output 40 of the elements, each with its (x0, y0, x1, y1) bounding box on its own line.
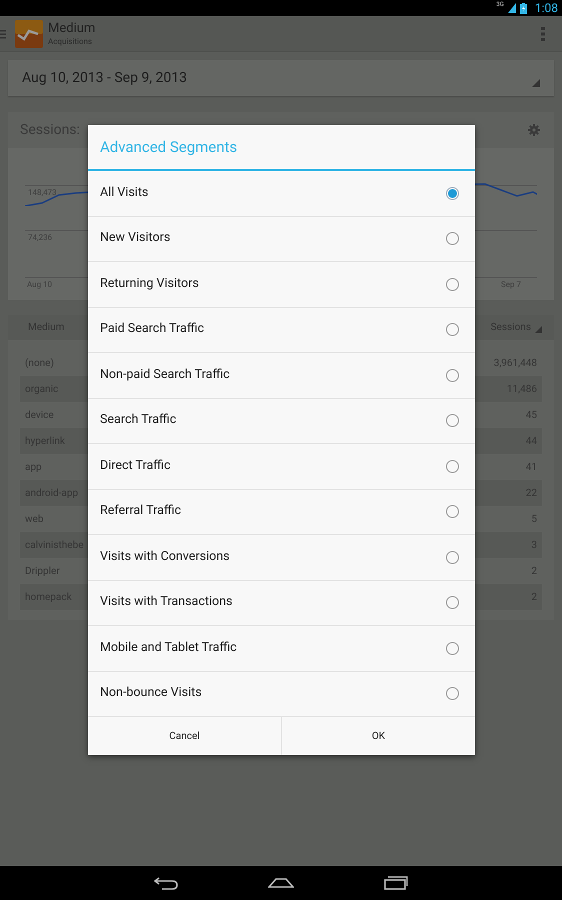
sort-indicator-icon (535, 326, 542, 332)
segment-option[interactable]: New Visitors (88, 216, 475, 262)
settings-icon[interactable] (528, 124, 540, 136)
segment-option[interactable]: Direct Traffic (88, 444, 475, 490)
segment-option[interactable]: All Visits (88, 171, 475, 216)
radio-button[interactable] (446, 642, 459, 655)
segment-option[interactable]: Non-paid Search Traffic (88, 353, 475, 398)
recent-apps-icon[interactable] (384, 876, 408, 890)
radio-button[interactable] (446, 596, 459, 610)
dialog-button[interactable]: OK (281, 717, 475, 755)
overflow-menu-icon[interactable] (541, 26, 545, 40)
radio-button[interactable] (446, 687, 459, 700)
segment-option[interactable]: Paid Search Traffic (88, 308, 475, 353)
segment-option[interactable]: Visits with Transactions (88, 580, 475, 626)
clock-time: 1:08 (534, 2, 558, 14)
menu-icon[interactable] (0, 28, 6, 38)
dialog-title: Advanced Segments (100, 136, 238, 158)
date-range-text: Aug 10, 2013 - Sep 9, 2013 (22, 68, 187, 88)
segment-option[interactable]: Mobile and Tablet Traffic (88, 626, 475, 672)
app-logo-icon[interactable] (15, 20, 43, 48)
radio-button[interactable] (446, 460, 459, 473)
radio-button[interactable] (446, 505, 459, 518)
home-icon[interactable] (268, 878, 294, 888)
radio-button[interactable] (446, 414, 459, 428)
radio-button[interactable] (446, 550, 459, 564)
segment-option[interactable]: Returning Visitors (88, 262, 475, 308)
dropdown-corner-icon (532, 79, 540, 87)
segment-option[interactable]: Visits with Conversions (88, 535, 475, 580)
radio-button[interactable] (446, 232, 459, 246)
segment-option[interactable]: Referral Traffic (88, 490, 475, 535)
radio-button[interactable] (446, 278, 459, 291)
radio-button[interactable] (446, 186, 459, 200)
radio-button[interactable] (446, 368, 459, 382)
back-icon[interactable] (154, 876, 178, 890)
dialog-button[interactable]: Cancel (88, 717, 281, 755)
radio-button[interactable] (446, 323, 459, 336)
signal-icon (508, 3, 516, 13)
battery-icon (520, 2, 527, 14)
segment-option[interactable]: Non-bounce Visits (88, 672, 475, 717)
segment-option[interactable]: Search Traffic (88, 398, 475, 444)
